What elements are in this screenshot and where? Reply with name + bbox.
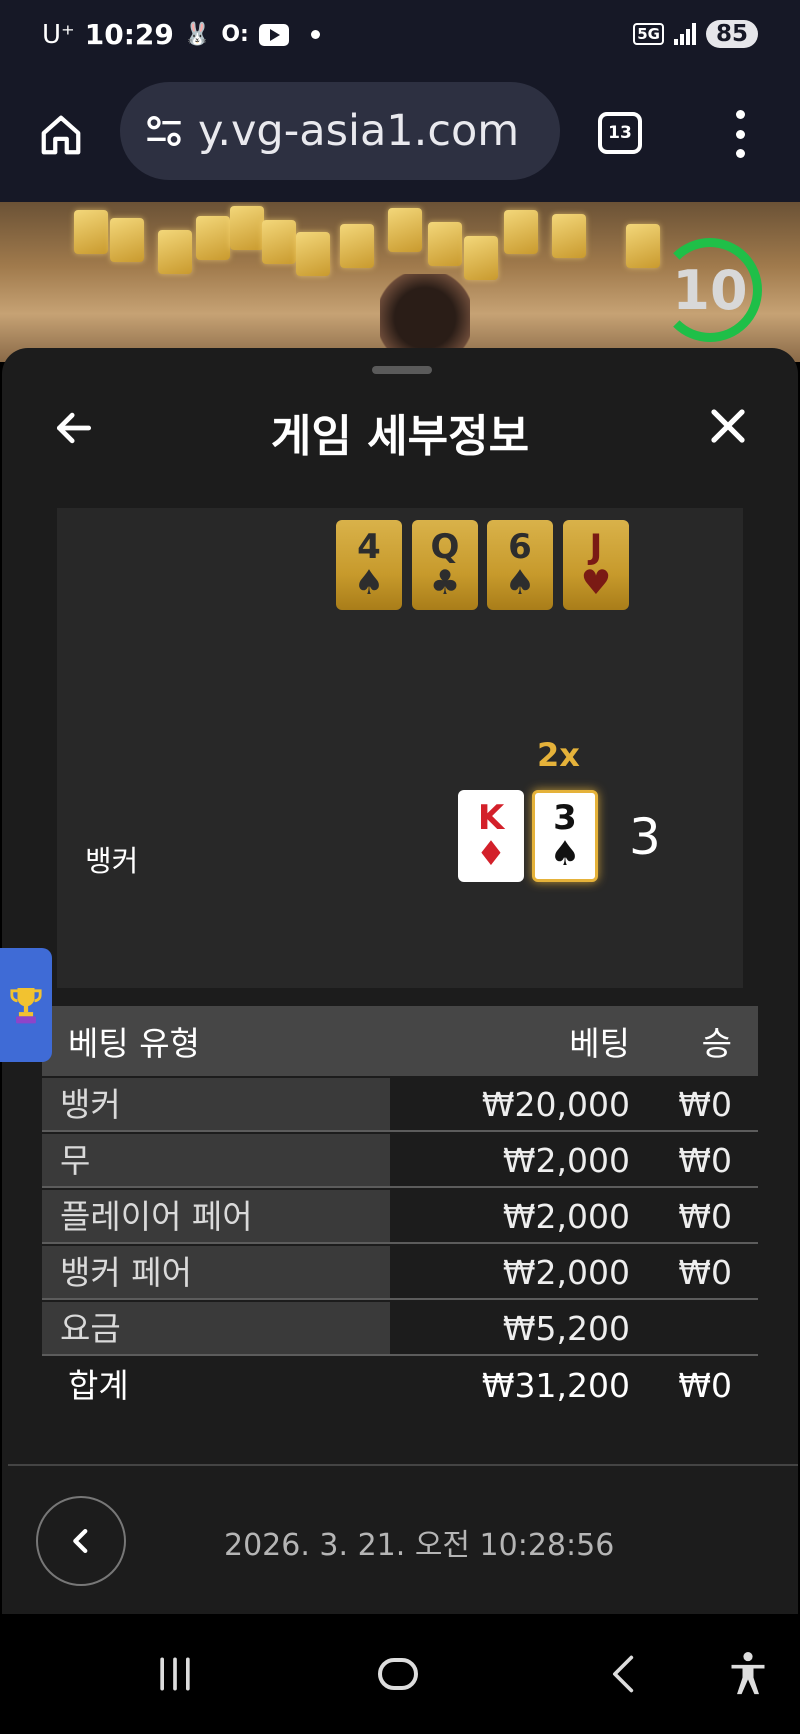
header-win: 승 <box>701 1024 732 1063</box>
notification-dot-icon <box>310 30 320 39</box>
total-win: ₩0 <box>678 1366 732 1405</box>
back-nav-button[interactable] <box>594 1644 654 1704</box>
tab-switcher-button[interactable]: 13 <box>598 112 642 154</box>
round-timestamp: 2026. 3. 21. 오전 10:28:56 <box>224 1528 615 1563</box>
banker-card: K ♦ <box>458 790 524 882</box>
game-details-sheet: 게임 세부정보 4 ♠ Q ♣ 6 ♠ J ♥ 뱅커 2x K ♦ 3 ♠ 3 … <box>2 348 798 1614</box>
banker-card-highlighted: 3 ♠ <box>532 790 598 882</box>
chat-icon: O: <box>221 22 249 47</box>
bet-type: 요금 <box>42 1302 390 1354</box>
close-icon <box>711 409 745 443</box>
total-bet: ₩31,200 <box>481 1366 630 1405</box>
battery-indicator: 85 <box>705 20 758 48</box>
browser-toolbar: y.vg-asia1.com 13 <box>0 76 800 202</box>
bet-table-header: 베팅 유형 베팅 승 <box>42 1006 758 1076</box>
player-card: J ♥ <box>563 520 629 610</box>
card-rank: 4 <box>357 527 381 567</box>
divider <box>8 1464 798 1466</box>
rabbit-icon: 🐰 <box>183 22 212 47</box>
card-suit: ♣ <box>429 563 461 603</box>
bet-type: 플레이어 페어 <box>42 1190 390 1242</box>
card-rank: J <box>589 527 603 567</box>
chevron-left-icon <box>73 1528 88 1554</box>
live-game-view: 10 <box>0 202 800 362</box>
win-amount: ₩0 <box>678 1141 732 1180</box>
accessibility-button[interactable] <box>718 1644 778 1704</box>
more-vert-icon[interactable] <box>722 110 758 158</box>
card-suit: ♦ <box>475 834 507 874</box>
card-rank: Q <box>430 527 460 567</box>
home-icon <box>41 115 81 155</box>
player-card: 6 ♠ <box>487 520 553 610</box>
sheet-title: 게임 세부정보 <box>270 411 530 462</box>
recents-icon <box>160 1657 190 1691</box>
trophy-tab-button[interactable] <box>0 948 52 1062</box>
bet-amount: ₩2,000 <box>502 1141 630 1180</box>
player-card: Q ♣ <box>412 520 478 610</box>
win-amount: ₩0 <box>678 1197 732 1236</box>
close-button[interactable] <box>702 400 754 452</box>
table-row: 플레이어 페어 ₩2,000 ₩0 <box>42 1190 758 1244</box>
round-timer: 10 <box>658 238 762 342</box>
header-bet-type: 베팅 유형 <box>68 1024 200 1063</box>
table-row: 뱅커 ₩20,000 ₩0 <box>42 1078 758 1132</box>
win-amount: ₩0 <box>678 1085 732 1124</box>
multiplier-badge: 2x <box>537 736 580 774</box>
bet-type: 뱅커 페어 <box>42 1246 390 1298</box>
drag-handle[interactable] <box>372 366 432 374</box>
card-suit: ♠ <box>504 563 536 603</box>
win-amount: ₩0 <box>678 1253 732 1292</box>
home-nav-icon <box>378 1658 418 1690</box>
bet-type: 뱅커 <box>42 1078 390 1130</box>
card-suit: ♥ <box>580 563 612 603</box>
card-suit: ♠ <box>549 834 581 874</box>
recents-button[interactable] <box>145 1644 205 1704</box>
home-nav-button[interactable] <box>368 1644 428 1704</box>
trophy-icon <box>10 988 42 1024</box>
header-bet: 베팅 <box>569 1024 630 1063</box>
back-nav-icon <box>613 1655 634 1693</box>
total-row: 합계 ₩31,200 ₩0 <box>42 1356 758 1416</box>
banker-score: 3 <box>629 808 661 866</box>
accessibility-icon <box>731 1652 765 1695</box>
system-nav-bar <box>0 1614 800 1734</box>
home-button[interactable] <box>32 106 90 164</box>
network-5g-icon: 5G <box>633 23 664 45</box>
bet-amount: ₩2,000 <box>502 1253 630 1292</box>
address-bar[interactable]: y.vg-asia1.com <box>120 82 560 180</box>
card-suit: ♠ <box>353 563 385 603</box>
signal-icon <box>673 23 696 45</box>
previous-round-button[interactable] <box>36 1496 126 1586</box>
banker-label: 뱅커 <box>85 844 139 878</box>
bet-amount: ₩20,000 <box>481 1085 630 1124</box>
clock: 10:29 <box>84 18 174 51</box>
carrier-label: U⁺ <box>42 19 75 50</box>
total-label: 합계 <box>68 1366 129 1405</box>
table-row: 무 ₩2,000 ₩0 <box>42 1134 758 1188</box>
player-card: 4 ♠ <box>336 520 402 610</box>
site-settings-icon[interactable] <box>142 109 186 153</box>
card-rank: 3 <box>553 798 577 838</box>
bet-amount: ₩5,200 <box>502 1309 630 1348</box>
table-row: 요금 ₩5,200 <box>42 1302 758 1356</box>
status-bar: U⁺ 10:29 🐰 O: 5G 85 <box>0 0 800 76</box>
url-text[interactable]: y.vg-asia1.com <box>198 106 548 156</box>
card-rank: K <box>477 798 505 838</box>
bet-amount: ₩2,000 <box>502 1197 630 1236</box>
youtube-icon <box>258 23 289 46</box>
timer-value: 10 <box>672 258 748 322</box>
card-result-area: 4 ♠ Q ♣ 6 ♠ J ♥ 뱅커 2x K ♦ 3 ♠ 3 <box>57 508 743 988</box>
table-row: 뱅커 페어 ₩2,000 ₩0 <box>42 1246 758 1300</box>
card-rank: 6 <box>508 527 532 567</box>
bet-type: 무 <box>42 1134 390 1186</box>
